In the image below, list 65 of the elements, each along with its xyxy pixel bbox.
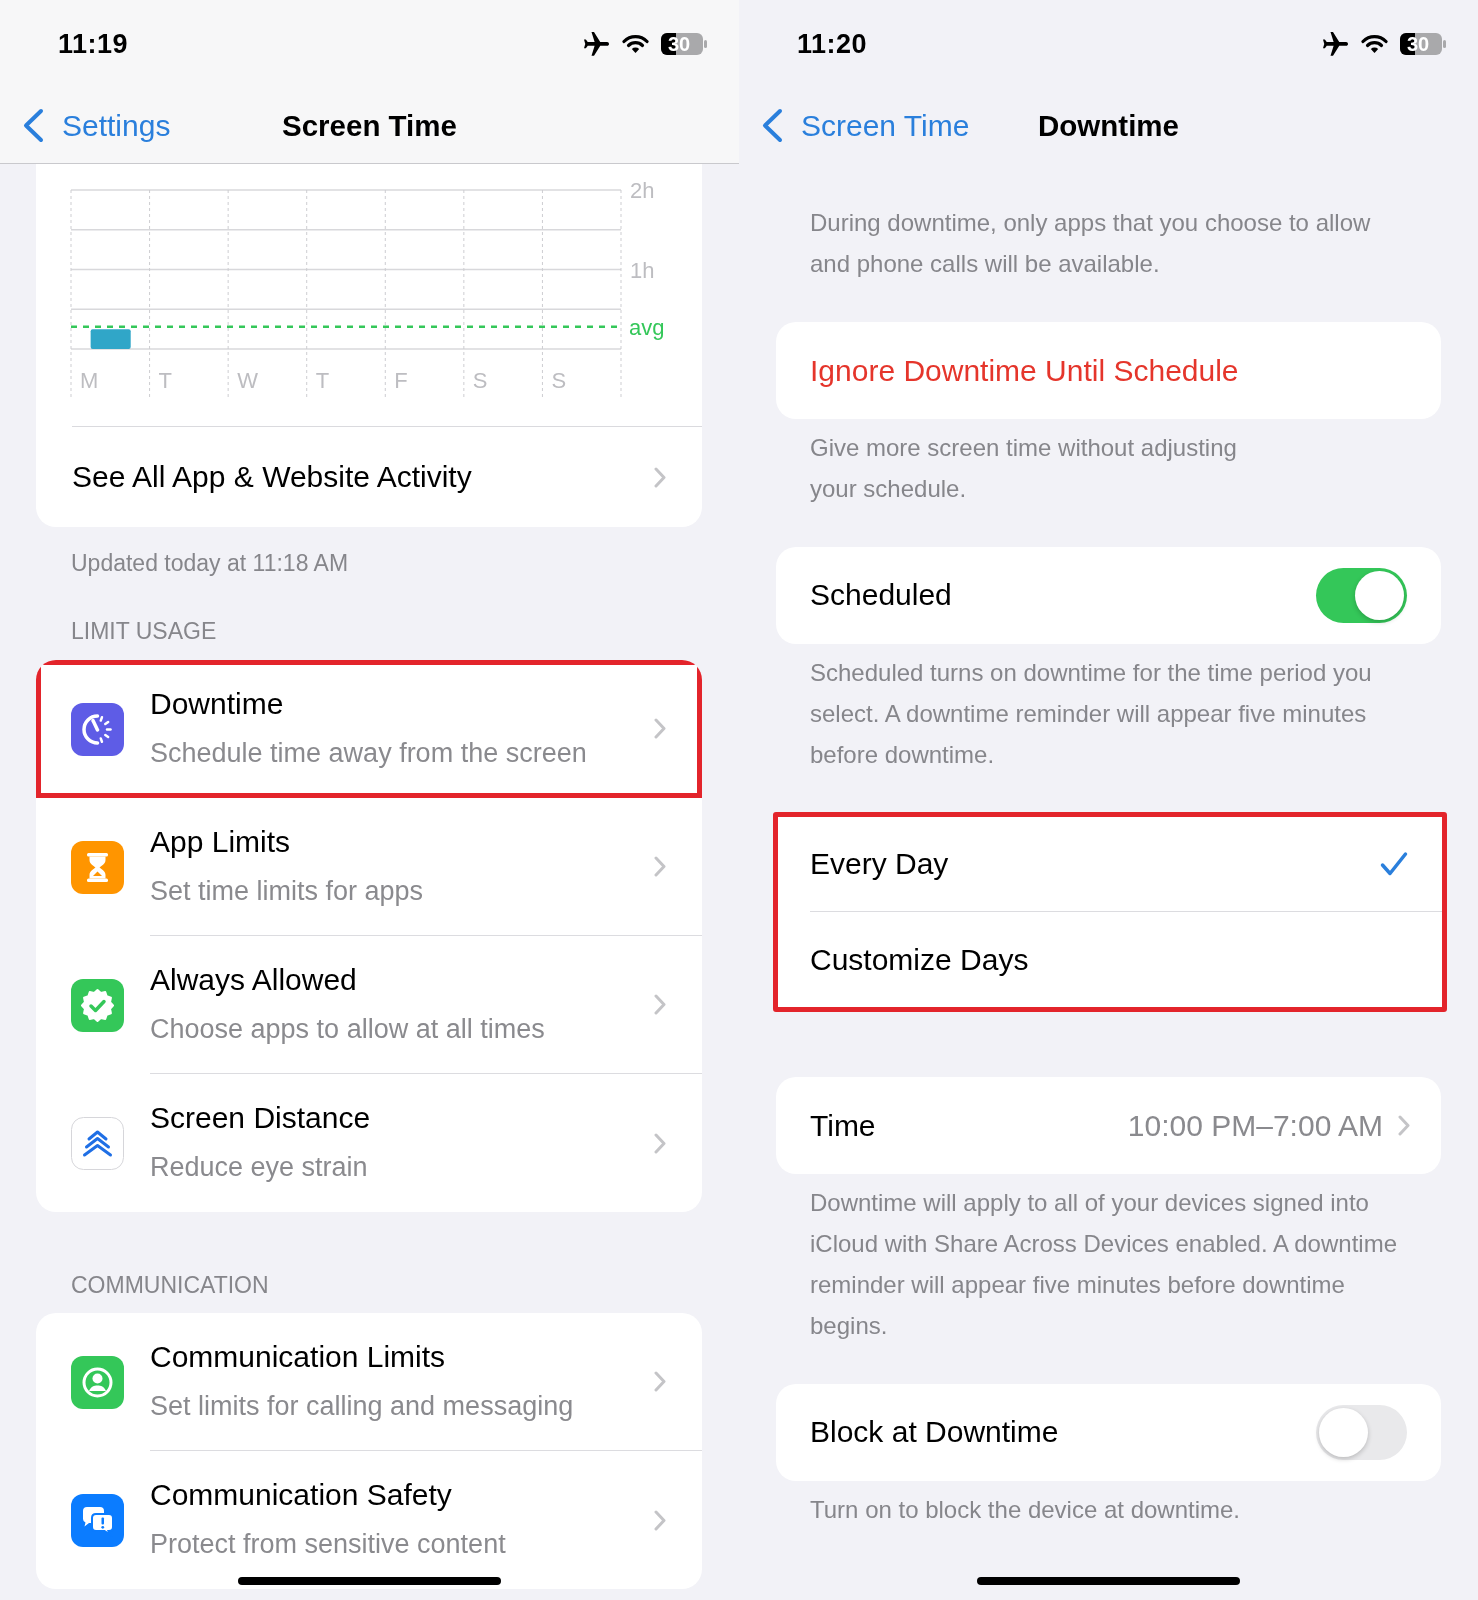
chevron-right-icon [654, 994, 666, 1015]
day-label: T [315, 368, 330, 393]
chevron-right-icon [654, 718, 666, 739]
day-label: M [80, 368, 99, 393]
y-axis-label: 1h [630, 257, 655, 283]
check-badge-icon [71, 978, 124, 1032]
time-value: 10:00 PM–7:00 AM [1127, 1108, 1383, 1143]
average-label: avg [629, 314, 665, 340]
chevrons-up-icon [71, 1116, 124, 1170]
section-footer: Scheduled turns on downtime for the time period you select. A downtime reminder will appear five minutes before downtime. [810, 651, 1417, 775]
back-button[interactable]: Screen Time [761, 108, 970, 143]
settings-row[interactable]: App Limits Set time limits for apps [36, 798, 702, 936]
nav-title: Downtime [1038, 108, 1179, 143]
day-label: T [158, 368, 172, 393]
row-subtitle: Reduce eye strain [150, 1151, 368, 1184]
chevron-left-icon [761, 108, 784, 143]
speech-bubbles-icon [71, 1493, 124, 1547]
chart-bar [90, 329, 131, 349]
section-header: COMMUNICATION [71, 1271, 269, 1300]
day-label: W [237, 368, 258, 393]
chevron-right-icon [654, 1132, 666, 1154]
toggle-switch[interactable] [1316, 567, 1407, 623]
day-label: F [394, 368, 408, 393]
airplane-icon [583, 31, 610, 57]
option-row[interactable]: Customize Days [778, 912, 1442, 1007]
chevron-right-icon [654, 1371, 666, 1392]
action-row[interactable]: Ignore Downtime Until Schedule [776, 322, 1441, 419]
row-subtitle: Schedule time away from the screen [150, 736, 587, 770]
nav-title: Screen Time [282, 108, 457, 143]
chevron-left-icon [22, 108, 45, 143]
status-time: 11:20 [797, 28, 868, 60]
wifi-icon [1361, 34, 1388, 54]
chevron-right-icon [654, 856, 666, 877]
dial-icon [71, 702, 124, 756]
settings-row[interactable]: Always Allowed Choose apps to allow at all times [36, 936, 702, 1074]
y-axis-label: 2h [630, 178, 655, 203]
back-button[interactable]: Settings [22, 108, 171, 143]
activity-link[interactable]: See All App & Website Activity [72, 426, 702, 527]
section-footer: Turn on to block the device at downtime. [810, 1488, 1417, 1530]
settings-row[interactable]: Downtime Schedule time away from the screen [36, 660, 702, 798]
toggle-switch[interactable] [1316, 1404, 1407, 1460]
option-row[interactable]: Every Day [778, 817, 1442, 912]
airplane-icon [1322, 31, 1349, 57]
setting-label: Scheduled [810, 578, 952, 612]
section-footer: Downtime will apply to all of your devices signed into iCloud with Share Across Devices enabled. A downtime reminder will appear five minutes before downtime begins. [810, 1182, 1417, 1346]
updated-note: Updated today at 11:18 AM [71, 549, 349, 578]
day-label: S [551, 368, 567, 393]
row-subtitle: Protect from sensitive content [150, 1528, 506, 1561]
row-subtitle: Set limits for calling and messaging [150, 1389, 574, 1423]
status-time: 11:19 [58, 28, 129, 60]
settings-row[interactable]: Communication Limits Set limits for calling and messaging [36, 1313, 702, 1451]
chevron-right-icon [654, 1509, 666, 1531]
row-subtitle: Choose apps to allow at all times [150, 1012, 545, 1046]
row-subtitle: Set time limits for apps [150, 874, 424, 908]
intro-text: During downtime, only apps that you choose to allow and phone calls will be available. [810, 208, 1372, 279]
chevron-right-icon [1398, 1115, 1410, 1136]
section-header: LIMIT USAGE [71, 617, 217, 646]
chevron-right-icon [654, 466, 666, 488]
setting-label: Block at Downtime [810, 1415, 1059, 1449]
value-row[interactable]: Time 10:00 PM–7:00 AM [776, 1077, 1441, 1174]
day-label: S [472, 368, 488, 393]
wifi-icon [622, 34, 649, 54]
hourglass-icon [71, 840, 124, 894]
settings-row[interactable]: Screen Distance Reduce eye strain [36, 1074, 702, 1212]
section-footer: Give more screen time without adjusting your schedule. [810, 427, 1417, 509]
